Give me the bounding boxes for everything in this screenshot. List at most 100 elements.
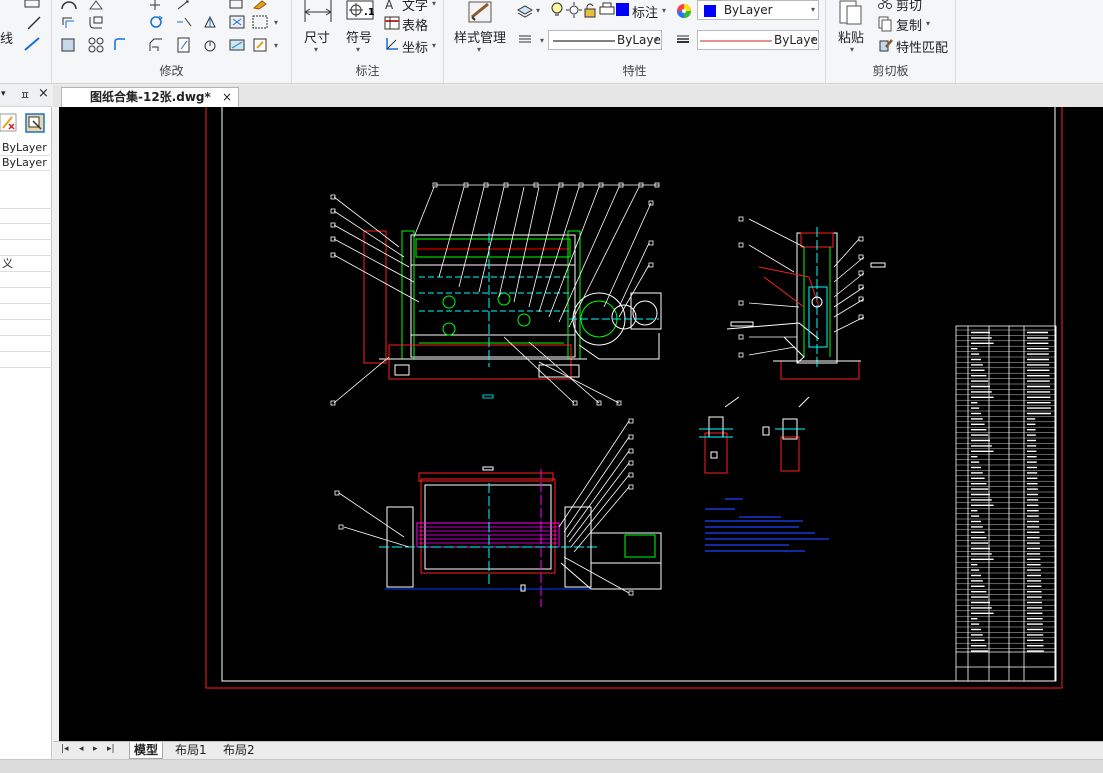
layer-dropdown[interactable]: ▾ bbox=[536, 6, 540, 15]
linetype-combo[interactable]: ByLayer ▾ bbox=[548, 30, 662, 50]
pin-icon[interactable]: ㅍ bbox=[20, 87, 30, 103]
property-row[interactable] bbox=[0, 304, 52, 320]
style-manager-icon[interactable] bbox=[466, 0, 496, 24]
offset-icon[interactable] bbox=[60, 14, 76, 30]
lock-icon[interactable] bbox=[583, 2, 597, 18]
line-icon[interactable] bbox=[24, 36, 42, 52]
select-objects-icon[interactable] bbox=[25, 113, 45, 133]
join-icon[interactable] bbox=[112, 37, 128, 53]
break-icon[interactable] bbox=[202, 37, 218, 53]
property-row[interactable]: ByLayer bbox=[0, 140, 52, 156]
property-row[interactable]: 义 bbox=[0, 256, 52, 272]
style-manager-dropdown[interactable]: ▾ bbox=[477, 45, 481, 54]
next-tab-button[interactable]: ▸ bbox=[93, 744, 98, 754]
style-manager-label[interactable]: 样式管理 bbox=[454, 27, 506, 46]
tab-layout1[interactable]: 布局1 bbox=[171, 742, 211, 759]
tab-layout2[interactable]: 布局2 bbox=[219, 742, 259, 759]
panel-dropdown-icon[interactable]: ▾ bbox=[1, 89, 6, 99]
scale-icon[interactable] bbox=[60, 37, 76, 53]
close-tab-icon[interactable]: × bbox=[222, 88, 232, 106]
property-row[interactable] bbox=[0, 272, 52, 288]
quick-select-icon[interactable] bbox=[0, 113, 18, 133]
symbol-label[interactable]: 符号 bbox=[346, 27, 372, 46]
property-row[interactable] bbox=[0, 336, 52, 352]
array-icon[interactable] bbox=[252, 14, 268, 30]
mirror-icon[interactable] bbox=[202, 14, 218, 30]
detail-view-a[interactable] bbox=[699, 396, 740, 474]
property-row[interactable] bbox=[0, 240, 52, 256]
pencil-icon[interactable] bbox=[26, 15, 42, 31]
circle-icon[interactable] bbox=[60, 0, 78, 10]
fillet-icon[interactable] bbox=[88, 14, 104, 30]
detail-view-b[interactable] bbox=[762, 396, 810, 472]
copy-label[interactable]: 复制 bbox=[896, 15, 922, 34]
title-block[interactable] bbox=[955, 325, 1057, 682]
tab-model[interactable]: 模型 bbox=[129, 742, 164, 759]
eraser-icon[interactable] bbox=[252, 0, 268, 10]
match-label[interactable]: 特性匹配 bbox=[896, 37, 948, 56]
lightbulb-icon[interactable] bbox=[550, 2, 564, 18]
document-tab[interactable]: 图纸合集-12张.dwg* × bbox=[61, 87, 239, 107]
blend-icon[interactable] bbox=[229, 37, 245, 53]
rectangle-icon[interactable] bbox=[24, 0, 40, 8]
list-icon[interactable] bbox=[518, 34, 532, 44]
dimension-label[interactable]: 尺寸 bbox=[304, 27, 330, 46]
text-style-dropdown[interactable]: ▾ bbox=[662, 6, 666, 15]
sun-icon[interactable] bbox=[566, 2, 582, 18]
prev-tab-button[interactable]: ◂ bbox=[79, 744, 84, 754]
layer-icon[interactable] bbox=[516, 2, 534, 18]
color-wheel-icon[interactable] bbox=[676, 3, 692, 19]
paste-icon[interactable] bbox=[838, 0, 864, 26]
explode-icon[interactable] bbox=[229, 14, 245, 30]
lineweight-combo[interactable]: ByLayer ▾ bbox=[697, 30, 819, 50]
properties-icon[interactable] bbox=[252, 37, 268, 53]
array-dropdown[interactable]: ▾ bbox=[274, 18, 278, 27]
rect-tool-icon[interactable] bbox=[229, 0, 243, 10]
arc-icon[interactable] bbox=[88, 0, 104, 10]
paste-label[interactable]: 粘贴 bbox=[838, 27, 864, 46]
scissors-icon[interactable] bbox=[878, 0, 892, 10]
chamfer-icon[interactable] bbox=[148, 37, 164, 53]
coordinate-dropdown[interactable]: ▾ bbox=[432, 41, 436, 50]
property-row[interactable] bbox=[0, 224, 52, 240]
rotate-icon[interactable] bbox=[148, 14, 164, 30]
property-row[interactable] bbox=[0, 352, 52, 368]
text-dropdown[interactable]: ▾ bbox=[432, 0, 436, 8]
table-label[interactable]: 表格 bbox=[402, 15, 428, 34]
cut-label[interactable]: 剪切 bbox=[896, 0, 922, 14]
extend-icon[interactable] bbox=[176, 37, 192, 53]
copy-icon[interactable] bbox=[878, 16, 892, 32]
move-icon[interactable] bbox=[148, 0, 162, 10]
linetype-dropdown-left[interactable]: ▾ bbox=[540, 36, 544, 45]
front-view[interactable] bbox=[363, 230, 662, 380]
property-row[interactable] bbox=[0, 193, 52, 209]
symbol-icon[interactable]: .1 bbox=[346, 0, 374, 22]
copy-obj-icon[interactable] bbox=[88, 37, 104, 53]
dimension-icon[interactable] bbox=[302, 0, 334, 24]
printer-icon[interactable] bbox=[599, 2, 615, 18]
text-icon[interactable]: A bbox=[384, 0, 400, 10]
table-icon[interactable] bbox=[384, 16, 400, 30]
text-style-value[interactable]: 标注 bbox=[632, 2, 658, 21]
coordinate-label[interactable]: 坐标 bbox=[402, 37, 428, 56]
cad-drawing[interactable] bbox=[59, 104, 1103, 741]
stretch-icon[interactable] bbox=[176, 0, 190, 10]
match-properties-icon[interactable] bbox=[878, 37, 894, 53]
first-tab-button[interactable]: |◂ bbox=[61, 744, 69, 754]
copy-dropdown[interactable]: ▾ bbox=[926, 19, 930, 28]
property-row[interactable] bbox=[0, 320, 52, 336]
trim-icon[interactable] bbox=[176, 14, 192, 30]
coordinate-icon[interactable] bbox=[384, 37, 400, 51]
color-combo[interactable]: ByLayer ▾ bbox=[697, 0, 819, 20]
paste-dropdown[interactable]: ▾ bbox=[850, 45, 854, 54]
symbol-dropdown[interactable]: ▾ bbox=[356, 45, 360, 54]
properties-dropdown[interactable]: ▾ bbox=[274, 41, 278, 50]
layer-color-swatch[interactable] bbox=[616, 3, 630, 17]
close-icon[interactable]: × bbox=[38, 86, 49, 101]
text-label[interactable]: 文字 bbox=[402, 0, 428, 14]
line-label[interactable]: 线 bbox=[0, 28, 13, 47]
drawing-canvas[interactable] bbox=[59, 104, 1103, 741]
property-row[interactable] bbox=[0, 208, 52, 224]
lineweight-icon[interactable] bbox=[676, 34, 690, 44]
last-tab-button[interactable]: ▸| bbox=[107, 744, 115, 754]
